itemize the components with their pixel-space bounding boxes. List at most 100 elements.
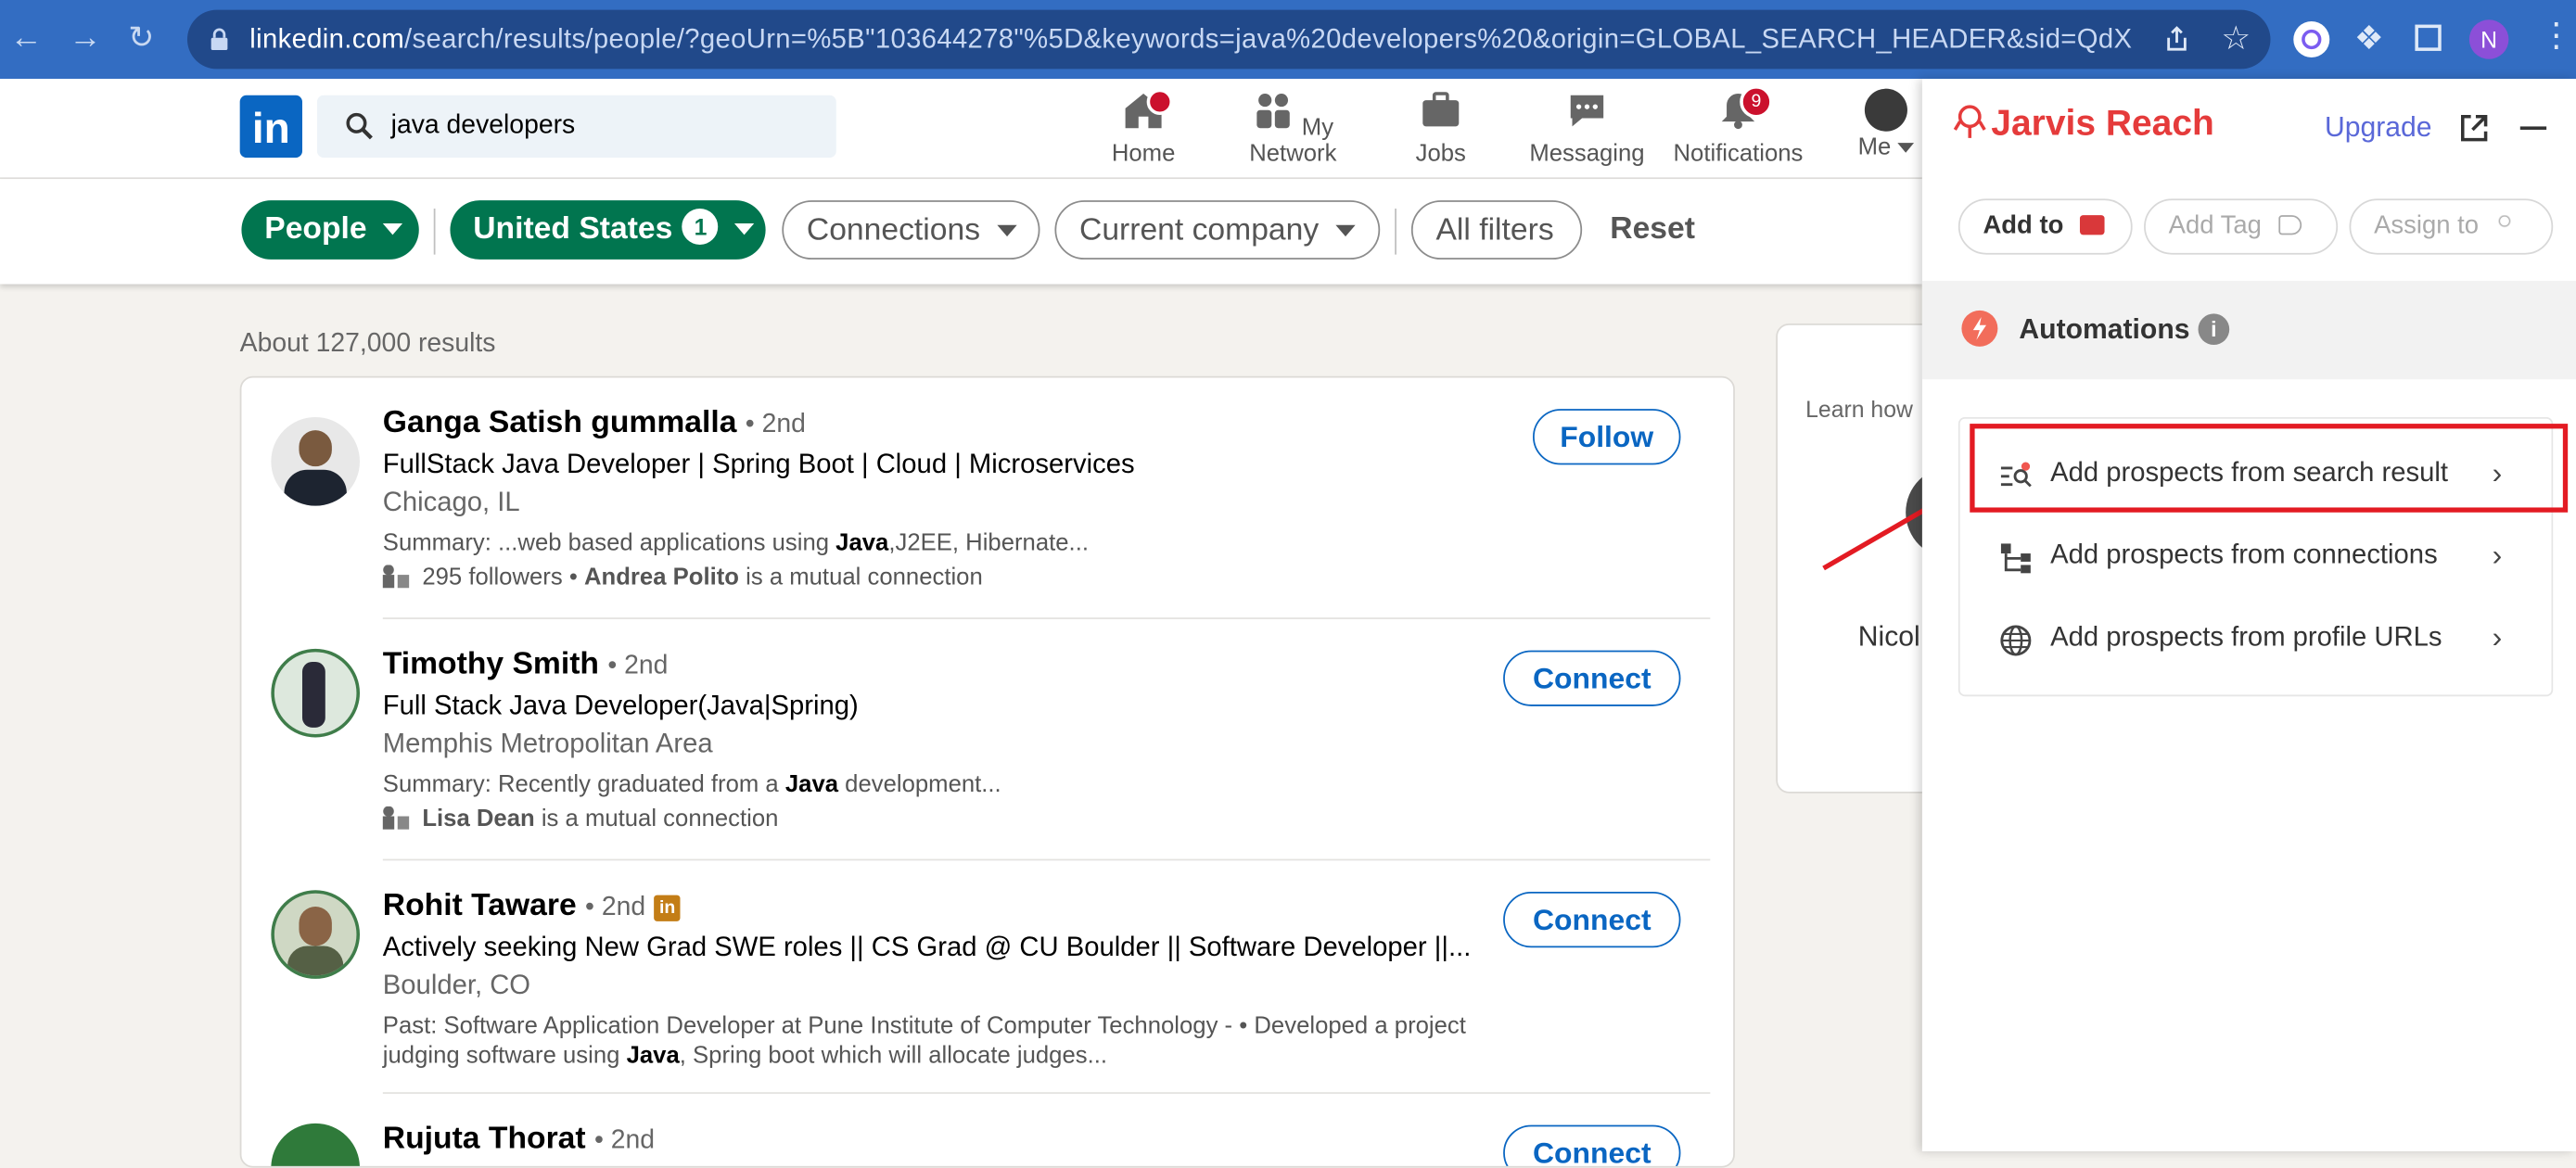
location-count-badge: 1 bbox=[682, 209, 719, 245]
result-name[interactable]: Rujuta Thorat • 2nd bbox=[383, 1122, 655, 1158]
filter-divider bbox=[433, 209, 436, 255]
message-icon bbox=[1570, 95, 1604, 127]
search-results-list: Ganga Satish gummalla • 2nd FullStack Ja… bbox=[239, 375, 1735, 1168]
mutual-people-icon bbox=[382, 806, 410, 830]
results-count: About 127,000 results bbox=[239, 330, 496, 359]
add-tag-button[interactable]: Add Tag bbox=[2144, 198, 2339, 255]
mutual-people-icon bbox=[382, 565, 410, 589]
add-to-button[interactable]: Add to bbox=[1958, 198, 2133, 255]
filter-people[interactable]: People bbox=[241, 200, 419, 260]
avatar[interactable] bbox=[271, 417, 361, 506]
share-icon[interactable] bbox=[2162, 25, 2192, 55]
nav-messaging[interactable]: Messaging bbox=[1524, 89, 1650, 168]
avatar[interactable] bbox=[271, 1123, 361, 1166]
option-connections[interactable]: Add prospects from connections › bbox=[1960, 524, 2552, 592]
forward-arrow-icon[interactable]: → bbox=[69, 19, 101, 57]
result-name[interactable]: Rohit Taware • 2nd in bbox=[383, 888, 681, 924]
people-icon bbox=[1256, 93, 1291, 129]
annotation-highlight-box bbox=[1970, 424, 2569, 513]
result-location: Boulder, CO bbox=[382, 971, 531, 1000]
filter-location[interactable]: United States 1 bbox=[450, 200, 766, 260]
globe-icon bbox=[2000, 625, 2032, 656]
jarvis-logo: Jarvis Reach bbox=[1952, 102, 2214, 145]
avatar[interactable] bbox=[271, 890, 361, 979]
option-profile-urls[interactable]: Add prospects from profile URLs › bbox=[1960, 606, 2552, 675]
result-mutual: 295 followers • Andrea Polito is a mutua… bbox=[382, 565, 983, 591]
chevron-down-icon bbox=[383, 223, 403, 236]
result-summary: Summary: Recently graduated from a Java … bbox=[382, 771, 1001, 799]
search-query: java developers bbox=[390, 111, 576, 140]
result-summary: Summary: ...web based applications using… bbox=[382, 530, 1089, 557]
filter-all-filters[interactable]: All filters bbox=[1410, 200, 1583, 260]
result-name[interactable]: Timothy Smith • 2nd bbox=[383, 647, 669, 683]
jarvis-brain-icon bbox=[1952, 104, 1988, 140]
result-headline: Full Stack Java Developer(Java|Spring) bbox=[382, 691, 859, 721]
chevron-right-icon: › bbox=[2492, 539, 2503, 572]
linkedin-logo[interactable]: in bbox=[239, 95, 302, 159]
browser-menu-icon[interactable]: ⋮ bbox=[2540, 15, 2572, 56]
browser-toolbar: ← → ↻ linkedin.com/search/results/people… bbox=[0, 0, 2576, 80]
notifications-badge: 9 bbox=[1740, 85, 1773, 119]
profile-avatar[interactable]: N bbox=[2468, 19, 2509, 59]
chevron-right-icon: › bbox=[2492, 620, 2503, 654]
address-bar[interactable]: linkedin.com/search/results/people/?geoU… bbox=[186, 9, 2271, 70]
nav-my-network[interactable]: My Network bbox=[1224, 89, 1362, 168]
hierarchy-icon bbox=[2000, 543, 2031, 574]
folder-icon bbox=[2080, 215, 2106, 235]
right-card-name: Nicol bbox=[1857, 620, 1920, 653]
avatar[interactable] bbox=[271, 648, 361, 738]
nav-notifications[interactable]: Notifications 9 bbox=[1667, 85, 1808, 168]
me-caret-icon bbox=[1897, 143, 1915, 154]
briefcase-icon bbox=[1422, 92, 1460, 127]
upgrade-link[interactable]: Upgrade bbox=[2325, 111, 2432, 144]
url-text: linkedin.com/search/results/people/?geoU… bbox=[249, 24, 2133, 55]
connect-button[interactable]: Connect bbox=[1503, 650, 1681, 706]
bookmark-star-icon[interactable]: ☆ bbox=[2221, 18, 2251, 58]
filter-reset[interactable]: Reset bbox=[1587, 200, 1717, 260]
result-location: Chicago, IL bbox=[382, 488, 520, 518]
connect-button[interactable]: Connect bbox=[1503, 892, 1681, 948]
linkedin-header: in java developers Home My Network Jobs … bbox=[0, 79, 1922, 180]
sidebar-toggle-icon[interactable] bbox=[2415, 24, 2442, 51]
lock-icon bbox=[210, 28, 228, 51]
result-mutual: Lisa Dean is a mutual connection bbox=[382, 806, 778, 832]
nav-jobs[interactable]: Jobs bbox=[1401, 89, 1480, 168]
puzzle-extensions-icon[interactable]: ❖ bbox=[2354, 18, 2384, 58]
back-arrow-icon[interactable]: ← bbox=[10, 19, 43, 57]
chevron-down-icon bbox=[1334, 225, 1356, 237]
divider bbox=[382, 617, 1711, 619]
result-headline: FullStack Java Developer | Spring Boot |… bbox=[382, 450, 1135, 480]
assign-to-button[interactable]: Assign to bbox=[2349, 198, 2554, 255]
lightning-icon bbox=[1961, 310, 1998, 347]
right-card-text: Learn how bbox=[1805, 395, 1913, 423]
filter-divider bbox=[1395, 209, 1396, 255]
nav-home[interactable]: Home bbox=[1104, 88, 1183, 168]
search-input[interactable]: java developers bbox=[316, 95, 836, 159]
follow-button[interactable]: Follow bbox=[1532, 409, 1681, 465]
automations-title: Automations bbox=[2019, 313, 2190, 346]
tag-icon bbox=[2278, 215, 2302, 235]
home-badge bbox=[1146, 88, 1173, 116]
filter-connections[interactable]: Connections bbox=[782, 200, 1040, 260]
result-headline: Actively seeking New Grad SWE roles || C… bbox=[382, 933, 1472, 963]
user-icon bbox=[2495, 215, 2514, 235]
divider bbox=[382, 1092, 1711, 1094]
search-icon bbox=[346, 112, 373, 140]
chevron-down-icon bbox=[734, 223, 755, 236]
linkedin-premium-icon: in bbox=[654, 895, 681, 921]
info-icon[interactable]: i bbox=[2198, 313, 2230, 346]
result-name[interactable]: Ganga Satish gummalla • 2nd bbox=[383, 406, 806, 442]
open-external-icon[interactable] bbox=[2457, 111, 2490, 144]
chevron-down-icon bbox=[996, 225, 1017, 237]
reload-icon[interactable]: ↻ bbox=[128, 19, 154, 57]
filter-current-company[interactable]: Current company bbox=[1054, 200, 1381, 260]
minimize-icon[interactable] bbox=[2519, 126, 2547, 130]
connect-button[interactable]: Connect bbox=[1503, 1124, 1681, 1166]
extension-icon[interactable] bbox=[2293, 21, 2330, 58]
search-filter-bar: People United States 1 Connections Curren… bbox=[0, 179, 1922, 285]
divider bbox=[382, 858, 1711, 861]
nav-me[interactable]: Me bbox=[1853, 88, 1919, 161]
me-avatar bbox=[1864, 88, 1907, 132]
result-summary: Past: Software Application Developer at … bbox=[382, 1013, 1466, 1070]
result-location: Memphis Metropolitan Area bbox=[382, 729, 713, 759]
